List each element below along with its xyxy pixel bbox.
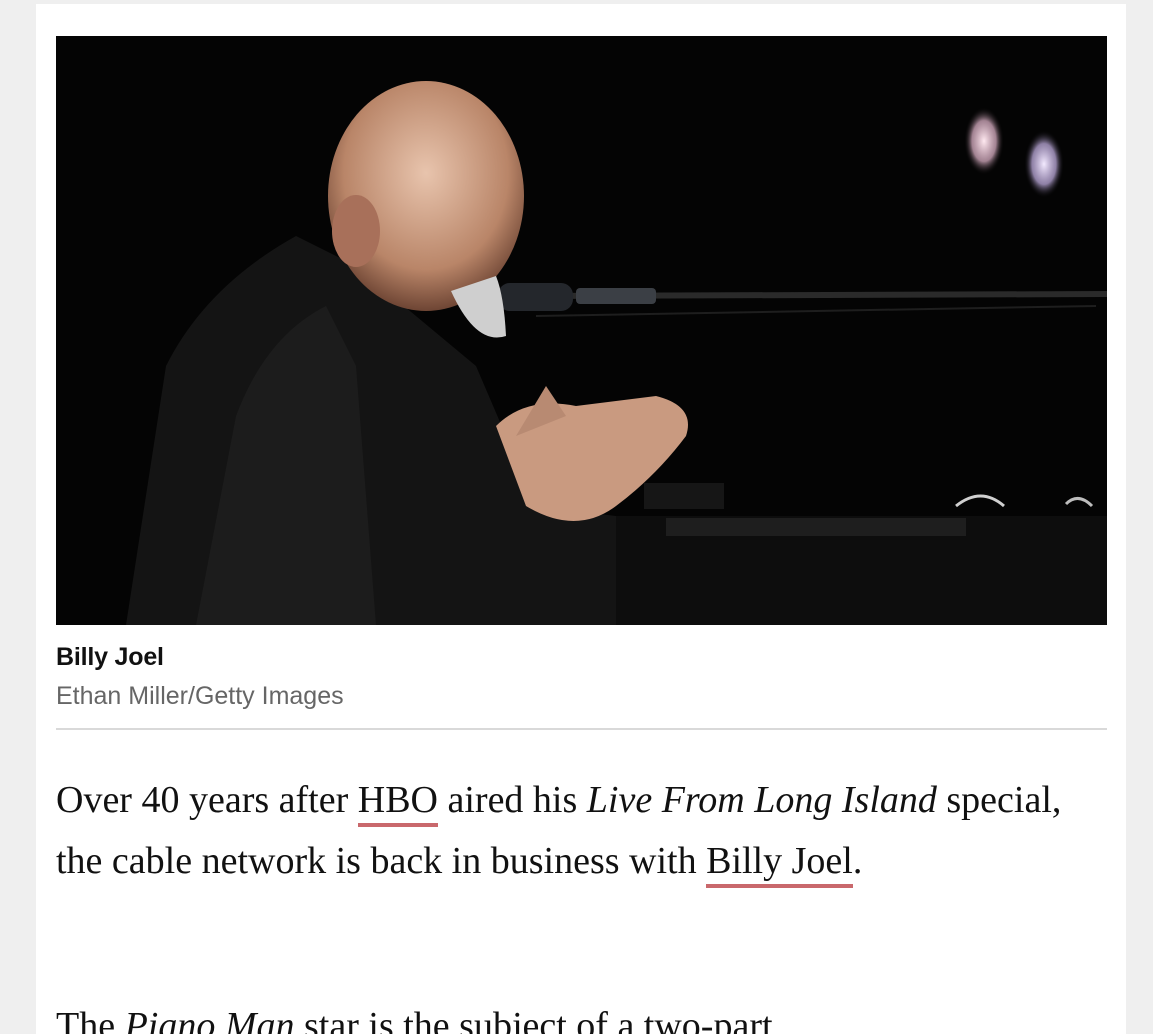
- article-photo: [56, 36, 1107, 625]
- paragraph-text: Over 40 years after: [56, 779, 358, 821]
- article-paragraph: The Piano Man star is the subject of a t…: [56, 996, 1116, 1034]
- article-paragraph: Over 40 years after HBO aired his Live F…: [56, 770, 1116, 892]
- concert-photo-image: [56, 36, 1107, 625]
- paragraph-text: aired his: [437, 779, 587, 821]
- billy-joel-link[interactable]: Billy Joel: [706, 840, 853, 888]
- paragraph-text: .: [852, 840, 863, 882]
- paragraph-text: star is the subject of a two-part: [294, 1005, 773, 1034]
- paragraph-text: The: [56, 1005, 125, 1034]
- hbo-link[interactable]: HBO: [357, 779, 438, 827]
- photo-caption-title: Billy Joel: [56, 643, 164, 671]
- caption-divider: [56, 728, 1107, 730]
- photo-credit: Ethan Miller/Getty Images: [56, 682, 344, 710]
- show-title: Live From Long Island: [586, 779, 937, 821]
- song-title: Piano Man: [124, 1005, 295, 1034]
- article-card: Billy Joel Ethan Miller/Getty Images Ove…: [36, 4, 1126, 1034]
